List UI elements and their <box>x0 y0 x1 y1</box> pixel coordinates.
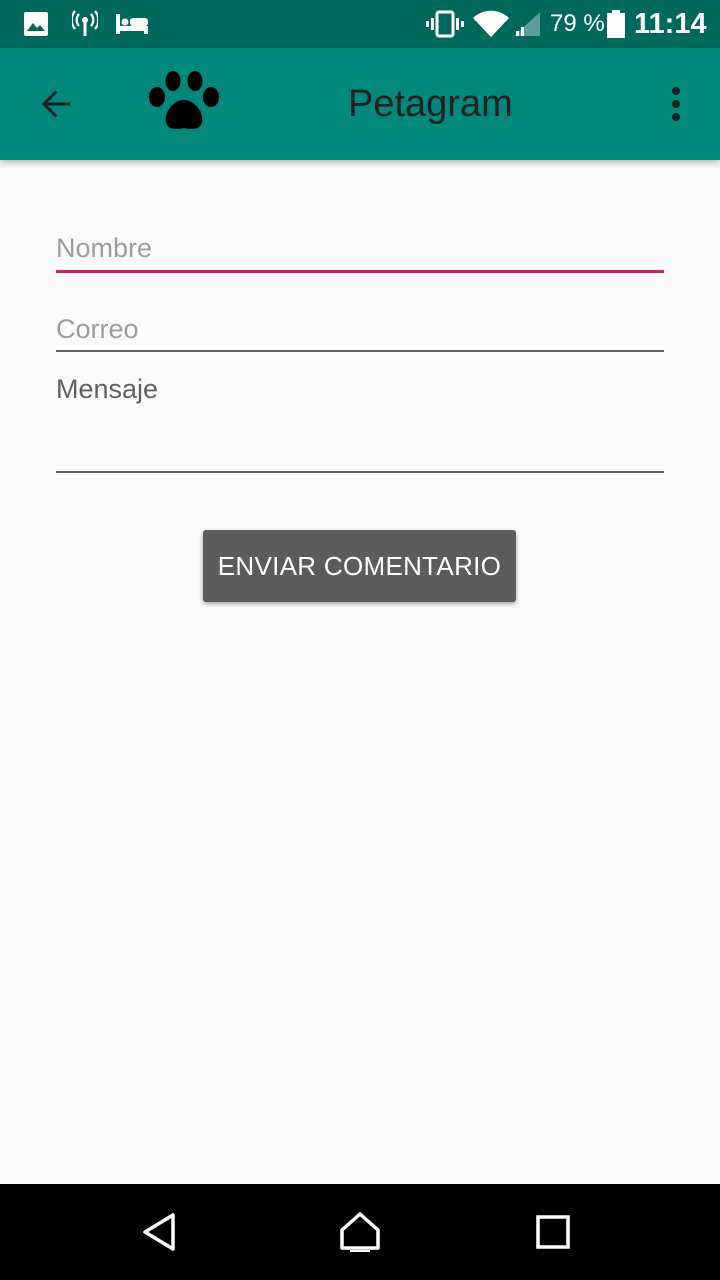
mensaje-input[interactable] <box>56 370 664 464</box>
nombre-input[interactable] <box>56 228 664 268</box>
paw-icon <box>149 71 219 130</box>
nav-back-icon <box>143 1213 175 1251</box>
arrow-back-icon <box>41 90 70 118</box>
correo-field <box>56 310 664 352</box>
more-vert-icon <box>672 87 680 121</box>
mensaje-underline <box>56 471 664 473</box>
hotspot-icon <box>72 10 98 36</box>
battery-icon <box>607 10 625 38</box>
overflow-menu-button[interactable] <box>652 68 700 140</box>
nav-recents-button[interactable] <box>519 1198 587 1266</box>
nav-recents-icon <box>536 1215 570 1249</box>
battery-percentage: 79 % <box>550 10 605 37</box>
mensaje-field <box>56 370 664 473</box>
navigation-bar <box>0 1184 720 1280</box>
signal-icon <box>514 12 540 36</box>
nav-home-button[interactable] <box>326 1198 394 1266</box>
nombre-underline <box>56 270 664 273</box>
vibrate-icon <box>426 10 464 38</box>
send-comment-button[interactable]: ENVIAR COMENTARIO <box>203 530 516 602</box>
app-bar: Petagram <box>0 48 720 160</box>
back-button[interactable] <box>20 68 92 140</box>
image-icon <box>24 12 48 36</box>
bed-icon <box>116 14 148 34</box>
correo-input[interactable] <box>56 310 664 348</box>
nav-back-button[interactable] <box>126 1198 194 1266</box>
app-title: Petagram <box>348 83 513 125</box>
nav-home-icon <box>340 1212 380 1252</box>
clock: 11:14 <box>634 8 707 40</box>
correo-underline <box>56 350 664 352</box>
wifi-icon <box>473 10 509 38</box>
status-bar: 79 % 11:14 <box>0 0 720 48</box>
nombre-field <box>56 228 664 273</box>
